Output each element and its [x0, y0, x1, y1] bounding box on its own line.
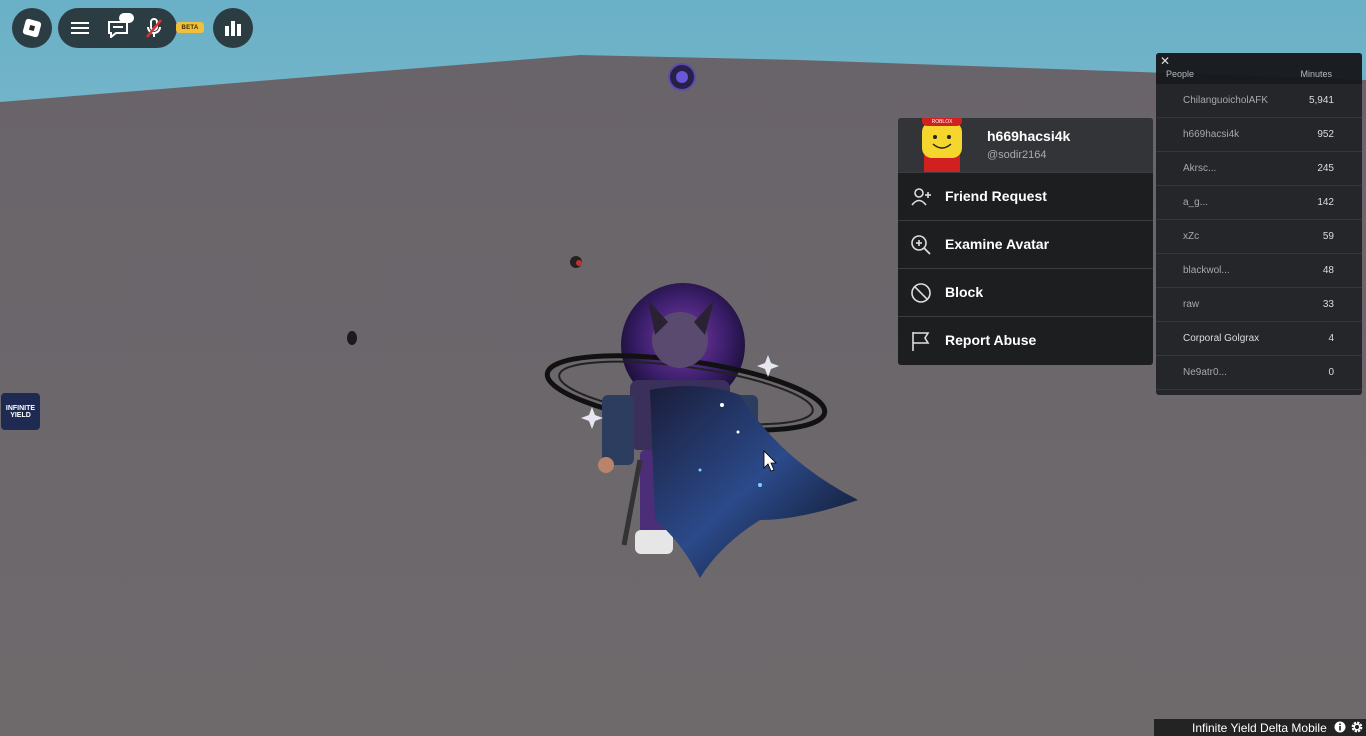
roblox-menu-button[interactable] — [12, 8, 52, 48]
add-friend-icon — [911, 188, 931, 206]
settings-gear-icon[interactable] — [1350, 720, 1364, 734]
examine-avatar-button[interactable]: Examine Avatar — [898, 220, 1153, 267]
leaderboard-player-minutes: 4 — [1328, 333, 1334, 344]
leaderboard-player-minutes: 59 — [1322, 231, 1334, 242]
leaderboard-row[interactable]: Ne9atr0... 0 — [1156, 356, 1362, 390]
hamburger-menu-button[interactable] — [62, 8, 98, 48]
infinite-yield-logo-button[interactable]: INFINITE YIELD — [1, 393, 40, 430]
leaderboard-icon — [225, 21, 241, 36]
infinite-yield-logo-text: INFINITE YIELD — [5, 404, 36, 419]
player-avatar-thumbnail: ROBLOX — [922, 118, 962, 172]
microphone-button[interactable] — [136, 8, 172, 48]
leaderboard-player-name: h669hacsi4k — [1183, 129, 1240, 140]
leaderboard-toggle-button[interactable] — [213, 8, 253, 48]
leaderboard-player-name: xZc — [1183, 231, 1200, 242]
report-abuse-label: Report Abuse — [945, 332, 1037, 348]
leaderboard-close-icon[interactable]: ✕ — [1160, 54, 1170, 68]
info-icon[interactable] — [1334, 721, 1346, 733]
leaderboard-row[interactable]: h669hacsi4k 952 — [1156, 118, 1362, 152]
chat-notification-bubble — [119, 13, 134, 23]
avatar-cap-text: ROBLOX — [932, 119, 954, 125]
friend-request-button[interactable]: Friend Request — [898, 172, 1153, 219]
player-display-name: h669hacsi4k — [987, 128, 1071, 144]
topbar-pill — [58, 8, 177, 48]
player-leaderboard: ✕ People Minutes ChilanguoicholAFK 5,941… — [1156, 53, 1362, 395]
leaderboard-player-name: ChilanguoicholAFK — [1183, 95, 1269, 106]
leaderboard-player-name: Ne9atr0... — [1183, 367, 1227, 378]
infinite-yield-status-bar[interactable]: Infinite Yield Delta Mobile — [1154, 719, 1366, 736]
beta-badge: BETA — [176, 22, 204, 33]
player-card-header: ROBLOX h669hacsi4k @sodir2164 — [898, 118, 1153, 172]
leaderboard-row[interactable]: xZc 59 — [1156, 220, 1362, 254]
leaderboard-player-minutes: 245 — [1317, 163, 1334, 174]
leaderboard-player-name: blackwol... — [1183, 265, 1230, 276]
distant-player — [570, 256, 582, 268]
leaderboard-column-people: People — [1166, 69, 1195, 79]
floating-orb — [668, 63, 696, 91]
leaderboard-player-name: a_g... — [1183, 197, 1209, 208]
leaderboard-row-local-player[interactable]: Corporal Golgrax 4 — [1156, 322, 1362, 356]
leaderboard-player-minutes: 142 — [1317, 197, 1334, 208]
leaderboard-player-minutes: 33 — [1322, 299, 1334, 310]
roblox-logo-icon — [22, 18, 42, 38]
leaderboard-player-minutes: 5,941 — [1308, 95, 1334, 106]
player-context-menu: ROBLOX h669hacsi4k @sodir2164 Friend Req… — [898, 118, 1153, 365]
leaderboard-player-minutes: 0 — [1328, 367, 1334, 378]
report-abuse-button[interactable]: Report Abuse — [898, 316, 1153, 363]
friend-request-label: Friend Request — [945, 188, 1047, 204]
zoom-in-icon — [911, 235, 931, 255]
leaderboard-player-name: Akrsc... — [1183, 163, 1217, 174]
leaderboard-player-name: raw — [1183, 299, 1200, 310]
hamburger-menu-icon — [71, 22, 89, 34]
leaderboard-row[interactable]: blackwol... 48 — [1156, 254, 1362, 288]
leaderboard-player-name: Corporal Golgrax — [1183, 333, 1260, 344]
player-username: @sodir2164 — [987, 149, 1047, 161]
block-icon — [911, 283, 931, 303]
microphone-muted-icon — [146, 18, 162, 38]
leaderboard-row[interactable]: raw 33 — [1156, 288, 1362, 322]
leaderboard-row[interactable]: Akrsc... 245 — [1156, 152, 1362, 186]
status-bar-title: Infinite Yield Delta Mobile — [1192, 721, 1327, 735]
distant-player — [347, 331, 357, 345]
flag-icon — [912, 332, 930, 351]
leaderboard-column-minutes: Minutes — [1300, 69, 1332, 79]
leaderboard-header: ✕ People Minutes — [1156, 53, 1362, 84]
block-label: Block — [945, 284, 984, 300]
examine-avatar-label: Examine Avatar — [945, 236, 1050, 252]
leaderboard-player-minutes: 48 — [1322, 265, 1334, 276]
leaderboard-player-minutes: 952 — [1317, 129, 1334, 140]
block-button[interactable]: Block — [898, 268, 1153, 315]
leaderboard-row[interactable]: ChilanguoicholAFK 5,941 — [1156, 84, 1362, 118]
leaderboard-row[interactable]: a_g... 142 — [1156, 186, 1362, 220]
